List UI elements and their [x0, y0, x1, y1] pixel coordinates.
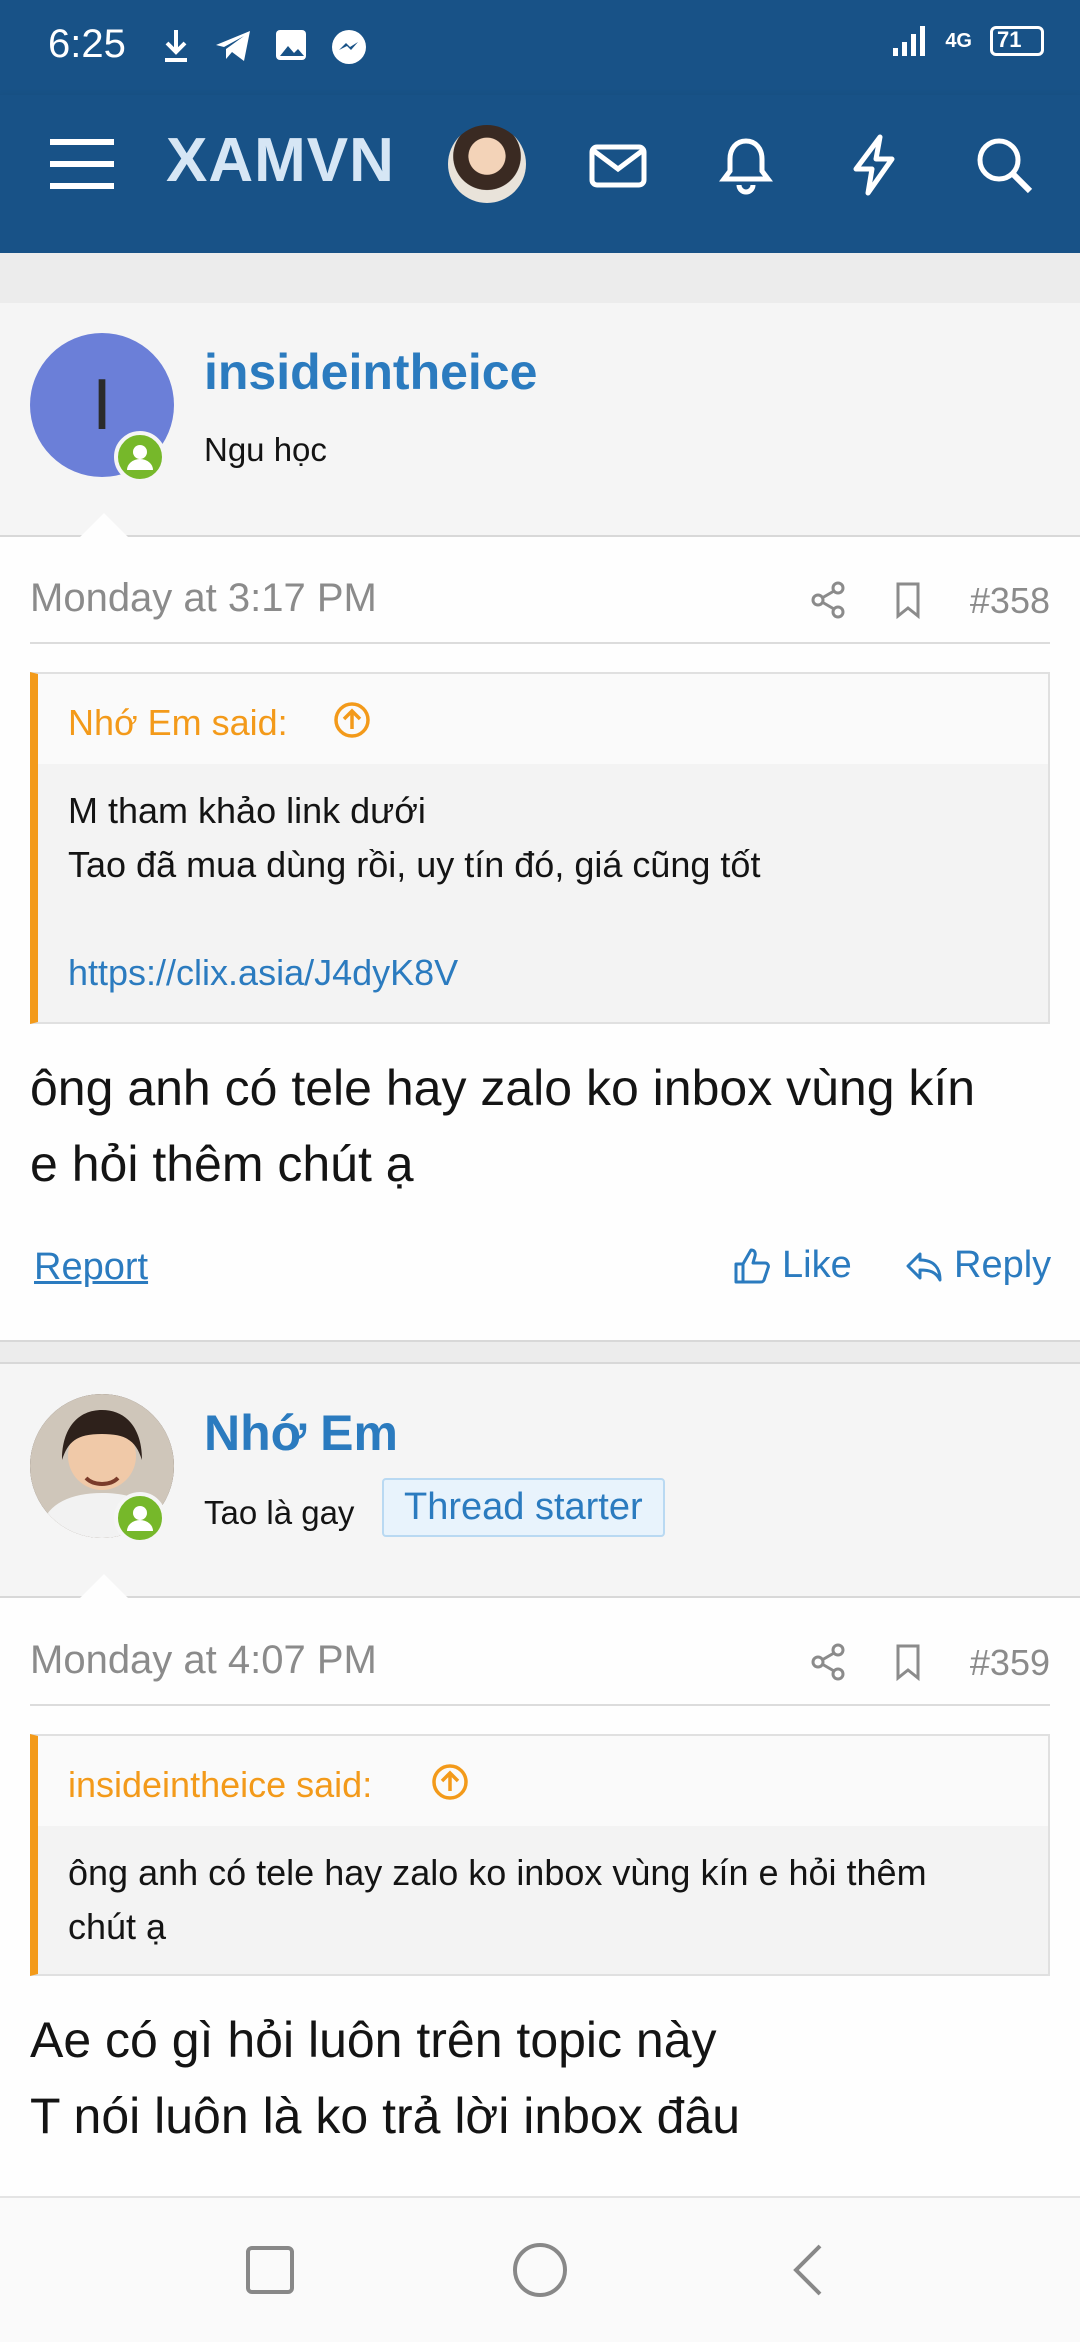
- quote-body: M tham khảo link dưới Tao đã mua dùng rồ…: [38, 764, 1048, 1020]
- battery-icon: 71: [990, 26, 1044, 56]
- quote-header: insideintheice said:: [38, 1736, 1048, 1826]
- network-type: 4G: [945, 29, 972, 52]
- quote-line: Tao đã mua dùng rồi, uy tín đó, giá cũng…: [68, 844, 761, 885]
- bell-icon[interactable]: [714, 133, 778, 197]
- author-username[interactable]: Nhớ Em: [204, 1404, 398, 1462]
- reply-button[interactable]: Reply: [904, 1244, 1051, 1287]
- quote-body: ông anh có tele hay zalo ko inbox vùng k…: [38, 1826, 1048, 1974]
- notification-icons: [160, 28, 368, 66]
- quote-block: insideintheice said: ông anh có tele hay…: [30, 1734, 1050, 1976]
- online-status-icon: [114, 1492, 166, 1544]
- account-avatar[interactable]: [448, 125, 526, 203]
- messenger-icon: [332, 30, 366, 64]
- share-icon[interactable]: [808, 1642, 848, 1682]
- quote-block: Nhớ Em said: M tham khảo link dưới Tao đ…: [30, 672, 1050, 1024]
- post-line: e hỏi thêm chút ạ: [30, 1136, 414, 1192]
- menu-icon[interactable]: [48, 133, 116, 195]
- post-separator: [0, 1340, 1080, 1364]
- post-number[interactable]: #359: [970, 1642, 1050, 1684]
- jump-to-quote-icon[interactable]: [332, 700, 372, 740]
- author-title: Tao là gay: [204, 1494, 355, 1531]
- download-icon: [165, 30, 187, 62]
- gallery-icon: [276, 30, 306, 60]
- thread-starter-badge: Thread starter: [382, 1478, 665, 1537]
- jump-to-quote-icon[interactable]: [430, 1762, 470, 1802]
- signal-icon: [893, 26, 926, 56]
- quote-line: M tham khảo link dưới: [68, 790, 426, 831]
- quote-header: Nhớ Em said:: [38, 674, 1048, 764]
- report-link[interactable]: Report: [34, 1246, 148, 1289]
- post-date[interactable]: Monday at 3:17 PM: [30, 576, 377, 621]
- post-line: Ae có gì hỏi luôn trên topic này: [30, 2012, 717, 2068]
- post-meta: Monday at 3:17 PM #358: [30, 550, 1050, 644]
- recent-apps-icon[interactable]: [240, 2240, 300, 2300]
- post-body: ông anh có tele hay zalo ko inbox vùng k…: [30, 1050, 1060, 1202]
- telegram-icon: [216, 31, 250, 61]
- like-button[interactable]: Like: [732, 1244, 852, 1287]
- search-icon[interactable]: [972, 133, 1036, 197]
- lightning-icon[interactable]: [842, 133, 906, 197]
- battery-level: 71: [997, 27, 1022, 52]
- share-icon[interactable]: [808, 580, 848, 620]
- thumbs-up-icon: [734, 1248, 770, 1283]
- quote-author[interactable]: insideintheice said:: [68, 1764, 372, 1806]
- reply-icon: [906, 1252, 942, 1281]
- post-date[interactable]: Monday at 4:07 PM: [30, 1638, 377, 1683]
- bookmark-icon[interactable]: [888, 1642, 928, 1682]
- post-author-block: Nhớ Em Tao là gay Thread starter: [0, 1364, 1080, 1598]
- inbox-icon[interactable]: [586, 133, 650, 197]
- status-time: 6:25: [48, 22, 126, 66]
- author-title: Ngu học: [204, 431, 327, 468]
- status-bar: 6:25 4G 71: [0, 0, 1080, 95]
- post-meta: Monday at 4:07 PM #359: [30, 1612, 1050, 1706]
- speech-arrow: [80, 513, 128, 537]
- site-logo[interactable]: XAMVN: [166, 125, 395, 196]
- quote-author[interactable]: Nhớ Em said:: [68, 702, 288, 744]
- back-icon[interactable]: [780, 2240, 840, 2300]
- quote-link[interactable]: https://clix.asia/J4dyK8V: [68, 946, 1018, 1000]
- post-author-block: I insideintheice Ngu học: [0, 303, 1080, 537]
- app-header: XAMVN: [0, 95, 1080, 253]
- quote-line: ông anh có tele hay zalo ko inbox vùng k…: [68, 1852, 927, 1893]
- online-status-icon: [114, 431, 166, 483]
- system-nav-bar: [0, 2196, 1080, 2342]
- system-icons: 4G 71: [891, 24, 1044, 58]
- like-label: Like: [782, 1244, 852, 1286]
- reply-label: Reply: [954, 1244, 1052, 1286]
- speech-arrow: [80, 1574, 128, 1598]
- post-line: T nói luôn là ko trả lời inbox đâu: [30, 2088, 741, 2144]
- post-actions: Report Like Reply: [30, 1240, 1051, 1300]
- post-number[interactable]: #358: [970, 580, 1050, 622]
- quote-line: chút ạ: [68, 1906, 167, 1947]
- content-top-strip: [0, 253, 1080, 305]
- bookmark-icon[interactable]: [888, 580, 928, 620]
- post-body: Ae có gì hỏi luôn trên topic này T nói l…: [30, 2002, 1060, 2154]
- home-icon[interactable]: [510, 2240, 570, 2300]
- post-line: ông anh có tele hay zalo ko inbox vùng k…: [30, 1060, 976, 1116]
- author-username[interactable]: insideintheice: [204, 343, 537, 401]
